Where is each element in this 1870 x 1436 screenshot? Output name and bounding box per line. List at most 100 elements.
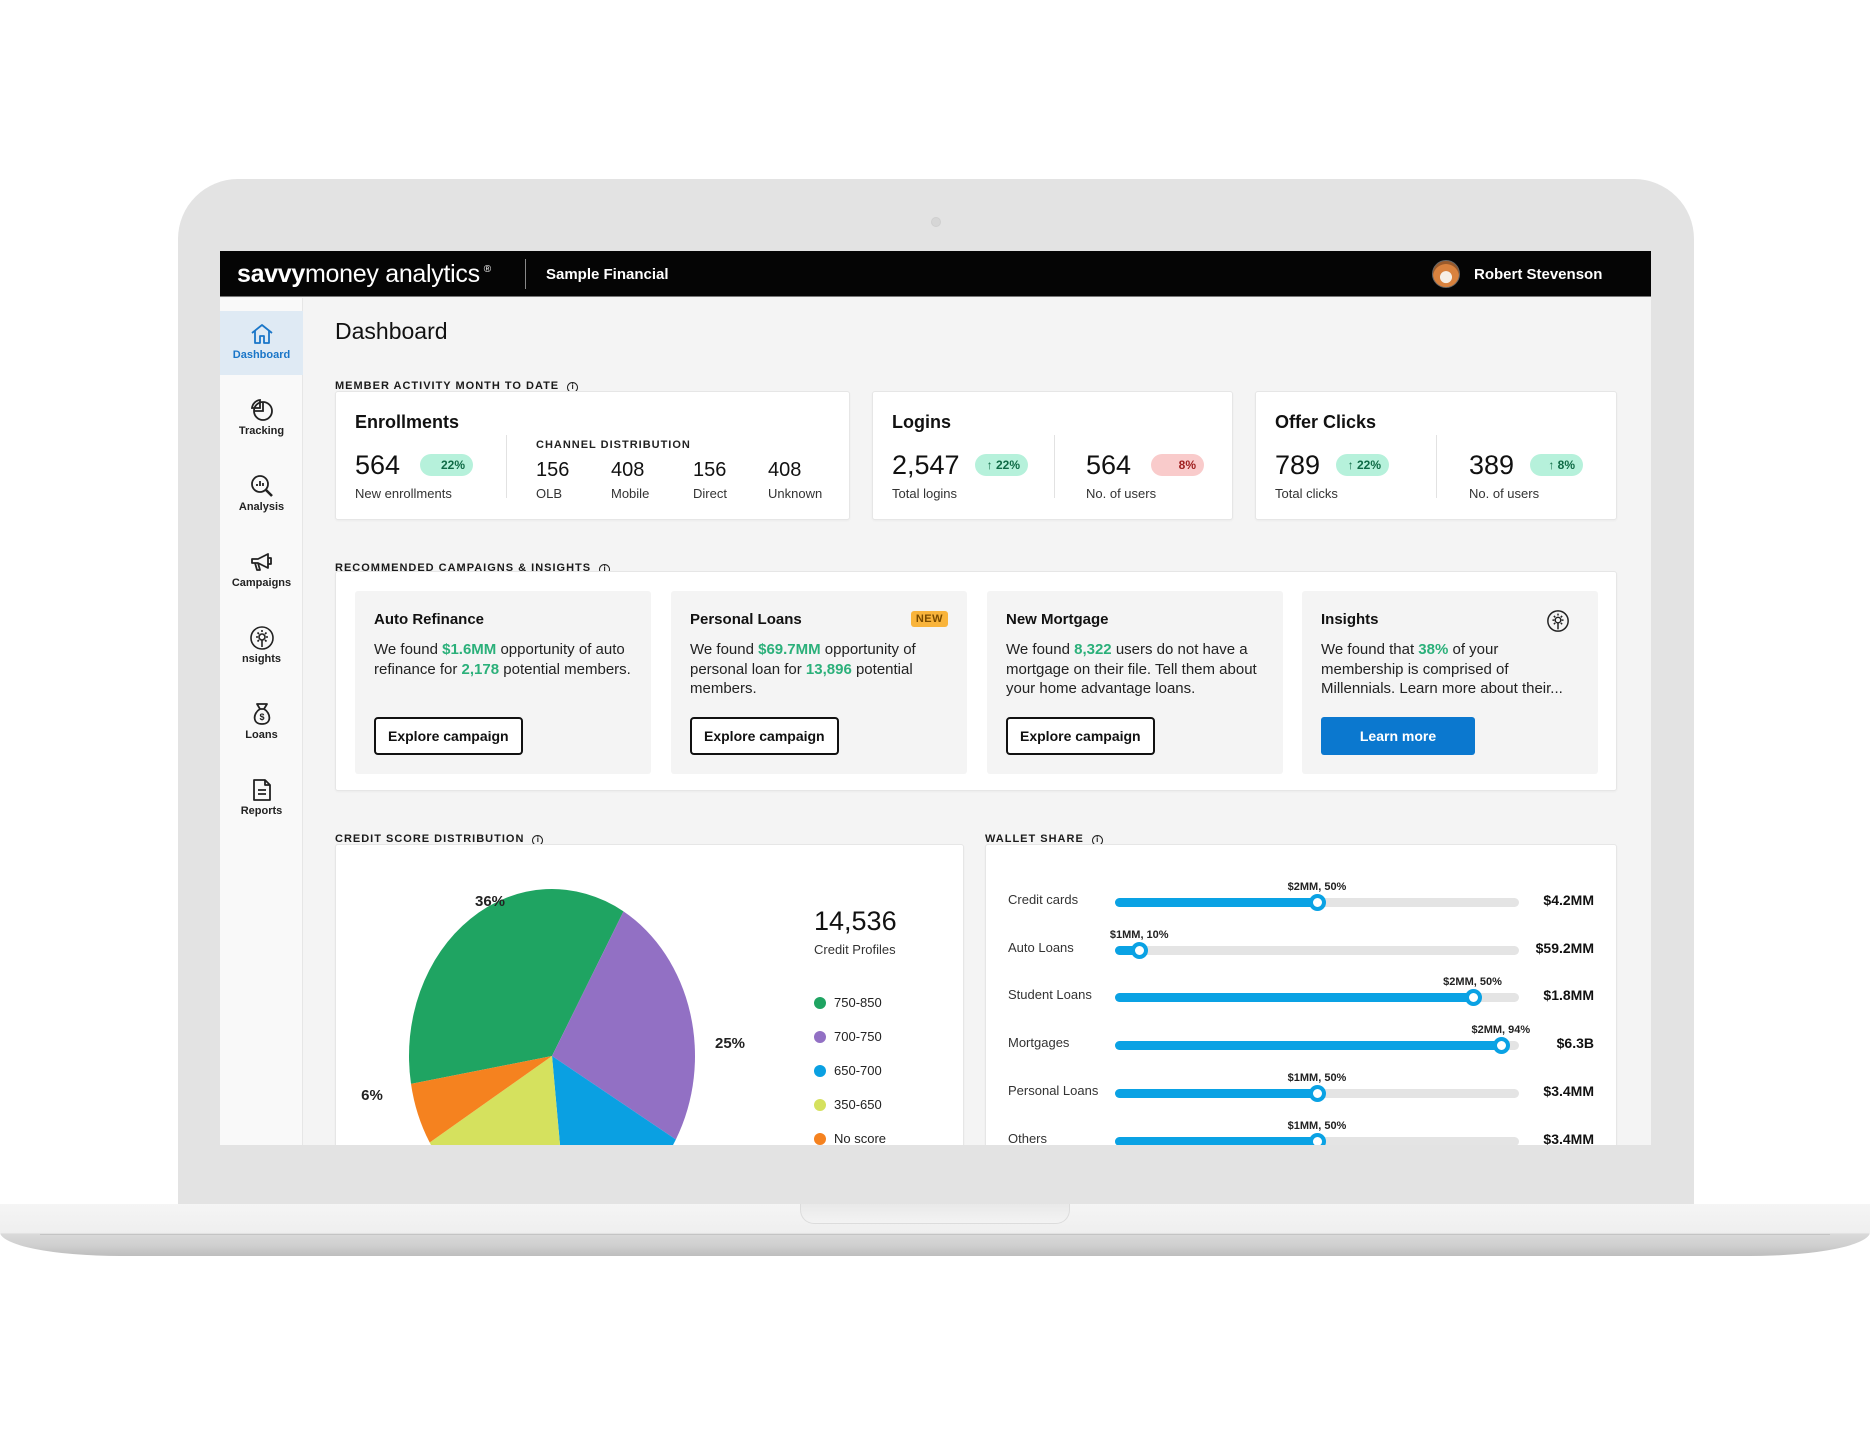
explore-campaign-button[interactable]: Explore campaign — [1006, 717, 1155, 755]
app-screen: savvymoney analytics ® Sample Financial R… — [220, 251, 1651, 1145]
wallet-slider-tooltip: $1MM, 50% — [1287, 1071, 1347, 1084]
wallet-category-total: $3.4MM — [1543, 1130, 1594, 1146]
page-title: Dashboard — [335, 318, 448, 344]
logins-total-caption: Total logins — [892, 486, 958, 501]
sidebar-item-loans[interactable]: $ Loans — [220, 691, 303, 755]
topbar-divider — [525, 259, 526, 289]
learn-more-button[interactable]: Learn more — [1321, 717, 1475, 755]
legend-label: 750-850 — [834, 995, 882, 1010]
wallet-slider-fill — [1115, 993, 1473, 1003]
sidebar-label: nsights — [241, 653, 282, 665]
campaign-card-insights: Insights We found that 38% of your membe… — [1302, 591, 1598, 774]
wallet-category-total: $59.2MM — [1535, 939, 1594, 956]
wallet-slider-track[interactable]: $2MM, 50% — [1115, 881, 1519, 911]
legend-item[interactable]: No score — [814, 1131, 886, 1145]
wallet-slider-handle[interactable] — [1131, 941, 1149, 959]
channel-label: Unknown — [768, 486, 823, 501]
wallet-share-row: Student Loans $2MM, 50% $1.8MM — [986, 973, 1616, 1013]
wallet-slider-track[interactable]: $1MM, 50% — [1115, 1072, 1519, 1102]
wallet-slider-track[interactable]: $2MM, 50% — [1115, 976, 1519, 1007]
wallet-slider-tooltip: $2MM, 50% — [1287, 881, 1347, 893]
wallet-share-row: Auto Loans $1MM, 10% $59.2MM — [986, 926, 1616, 966]
card-title: Logins — [892, 412, 951, 432]
wallet-slider-track[interactable]: $2MM, 94% — [1115, 1024, 1530, 1055]
legend-item[interactable]: 350-650 — [814, 1097, 882, 1112]
wallet-share-row: Others $1MM, 50% $3.4MM — [986, 1117, 1616, 1146]
organization-name[interactable]: Sample Financial — [546, 266, 669, 283]
change-badge: ↑ 8% — [1530, 454, 1583, 476]
legend-item[interactable]: 750-850 — [814, 995, 882, 1010]
wallet-slider-track[interactable]: $1MM, 10% — [1110, 929, 1519, 959]
lightbulb-icon — [1547, 610, 1569, 632]
legend-item[interactable]: 700-750 — [814, 1029, 882, 1044]
sidebar-item-reports[interactable]: Reports — [220, 767, 303, 831]
sidebar-item-insights[interactable]: nsights — [220, 615, 303, 679]
wallet-slider-track[interactable]: $1MM, 50% — [1115, 1120, 1519, 1145]
wallet-slider-handle[interactable] — [1309, 894, 1326, 911]
campaign-text: We found that 38% of your membership is … — [1321, 641, 1563, 697]
channel-value: 156 — [536, 459, 570, 481]
wallet-slider-fill — [1115, 1136, 1317, 1145]
logins-total-value: 2,547 — [892, 450, 960, 480]
laptop-base-edge — [40, 1234, 1830, 1235]
legend-dot-icon — [814, 997, 826, 1009]
new-badge: NEW — [910, 611, 948, 627]
svg-text:$: $ — [259, 712, 264, 722]
sidebar-label: Reports — [240, 805, 283, 817]
legend-label: No score — [834, 1131, 887, 1145]
campaign-title: New Mortgage — [1006, 611, 1109, 628]
channel-label: Direct — [693, 486, 727, 501]
channel-value: 156 — [693, 459, 727, 481]
sidebar-item-dashboard[interactable]: Dashboard — [220, 311, 303, 375]
brand-logo[interactable]: savvymoney analytics ® — [237, 260, 491, 289]
wallet-slider-handle[interactable] — [1492, 1037, 1510, 1055]
card-divider — [1054, 435, 1055, 498]
wallet-category-name: Others — [1008, 1130, 1048, 1146]
channel-heading: CHANNEL DISTRIBUTION — [536, 439, 691, 451]
sidebar-label: Loans — [245, 729, 278, 741]
channel-value: 408 — [768, 459, 802, 481]
brand-bold: savvy — [237, 260, 306, 288]
pie-data-label: 36% — [475, 893, 505, 910]
wallet-slider-handle[interactable] — [1309, 1132, 1326, 1145]
money-bag-icon: $ — [253, 703, 270, 725]
legend-dot-icon — [814, 1133, 826, 1145]
wallet-slider-fill — [1115, 1088, 1317, 1098]
sidebar-item-campaigns[interactable]: Campaigns — [220, 539, 303, 603]
registered-mark: ® — [483, 264, 491, 275]
sidebar-item-tracking[interactable]: Tracking — [220, 387, 303, 451]
wallet-slider-fill — [1115, 898, 1317, 907]
clicks-total-caption: Total clicks — [1275, 486, 1338, 501]
wallet-slider-handle[interactable] — [1309, 1084, 1326, 1102]
legend-label: 650-700 — [834, 1063, 882, 1078]
wallet-slider-tooltip: $1MM, 10% — [1109, 928, 1169, 941]
analysis-magnifier-icon — [250, 475, 273, 497]
wallet-slider-handle[interactable] — [1464, 989, 1482, 1007]
sidebar-item-analysis[interactable]: Analysis — [220, 463, 303, 527]
wallet-category-name: Mortgages — [1008, 1035, 1070, 1051]
user-name[interactable]: Robert Stevenson — [1474, 266, 1602, 283]
enrollments-value: 564 — [355, 450, 401, 480]
enrollments-card: Enrollments 564 22% New enrollments CHAN… — [335, 391, 850, 520]
offer-clicks-card: Offer Clicks 789 ↑ 22% Total clicks 389 … — [1255, 391, 1617, 520]
sidebar-label: Campaigns — [231, 577, 292, 589]
wallet-category-total: $4.2MM — [1543, 892, 1594, 908]
wallet-slider-fill — [1115, 1041, 1501, 1051]
credit-profiles-total: 14,536 — [814, 906, 897, 936]
card-title: Offer Clicks — [1275, 412, 1377, 432]
laptop-camera — [931, 217, 941, 227]
explore-campaign-button[interactable]: Explore campaign — [374, 717, 523, 755]
avatar[interactable] — [1432, 260, 1460, 288]
legend-dot-icon — [814, 1065, 826, 1077]
sidebar-label: Analysis — [238, 501, 285, 513]
legend-label: 350-650 — [834, 1097, 882, 1112]
campaigns-panel: Auto Refinance We found $1.6MM opportuni… — [335, 571, 1617, 791]
home-icon — [250, 324, 273, 344]
explore-campaign-button[interactable]: Explore campaign — [690, 717, 839, 755]
document-icon — [252, 779, 271, 801]
wallet-share-row: Personal Loans $1MM, 50% $3.4MM — [986, 1069, 1616, 1109]
clicks-users-caption: No. of users — [1469, 486, 1540, 501]
pie-chart-icon — [250, 398, 273, 421]
campaign-card-auto-refinance: Auto Refinance We found $1.6MM opportuni… — [355, 591, 651, 774]
legend-item[interactable]: 650-700 — [814, 1063, 882, 1078]
